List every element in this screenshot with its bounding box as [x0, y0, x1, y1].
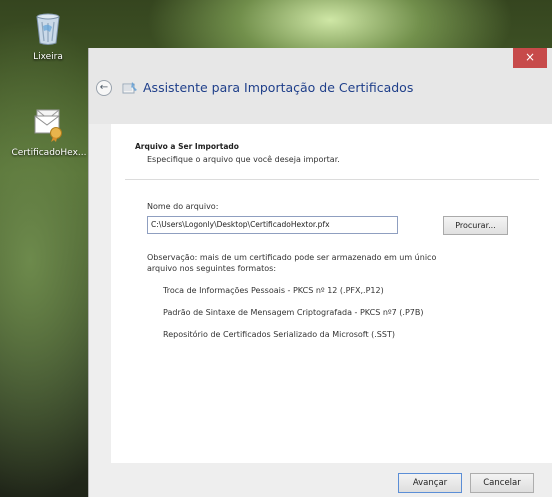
cancel-button[interactable]: Cancelar	[470, 473, 534, 493]
browse-button[interactable]: Procurar...	[443, 216, 508, 235]
desktop-icon-certificate-file[interactable]: CertificadoHex...	[4, 106, 94, 158]
filename-input[interactable]: C:\Users\Logonly\Desktop\CertificadoHext…	[147, 216, 398, 234]
wizard-content: Arquivo a Ser Importado Especifique o ar…	[111, 124, 552, 463]
wizard-footer: Avançar Cancelar	[89, 463, 552, 497]
close-button[interactable]: ×	[513, 48, 547, 68]
back-button[interactable]: ←	[96, 80, 112, 96]
formats-note: Observação: mais de um certificado pode …	[147, 253, 437, 273]
wizard-title: Assistente para Importação de Certificad…	[143, 80, 414, 95]
recycle-bin-icon	[36, 13, 60, 45]
format-item-p7b: Padrão de Sintaxe de Mensagem Criptograf…	[163, 308, 424, 317]
window-titlebar[interactable]: ×	[89, 48, 552, 72]
format-item-pfx: Troca de Informações Pessoais - PKCS nº …	[163, 286, 384, 295]
section-description: Especifique o arquivo que você deseja im…	[147, 155, 340, 164]
header-divider	[125, 179, 539, 180]
desktop-icon-recycle-bin[interactable]: Lixeira	[8, 12, 88, 62]
certificate-file-icon	[34, 109, 62, 142]
certificate-wizard-icon	[122, 82, 137, 94]
wizard-header: ← Assistente para Importação de Certific…	[89, 72, 552, 124]
desktop-icon-label: Lixeira	[33, 52, 63, 62]
format-item-sst: Repositório de Certificados Serializado …	[163, 330, 395, 339]
desktop-icon-label: CertificadoHex...	[11, 148, 87, 158]
certificate-import-wizard-window: × ← Assistente para Importação de Certif…	[88, 48, 552, 497]
filename-label: Nome do arquivo:	[147, 202, 219, 211]
next-button[interactable]: Avançar	[398, 473, 462, 493]
section-title: Arquivo a Ser Importado	[135, 142, 239, 151]
